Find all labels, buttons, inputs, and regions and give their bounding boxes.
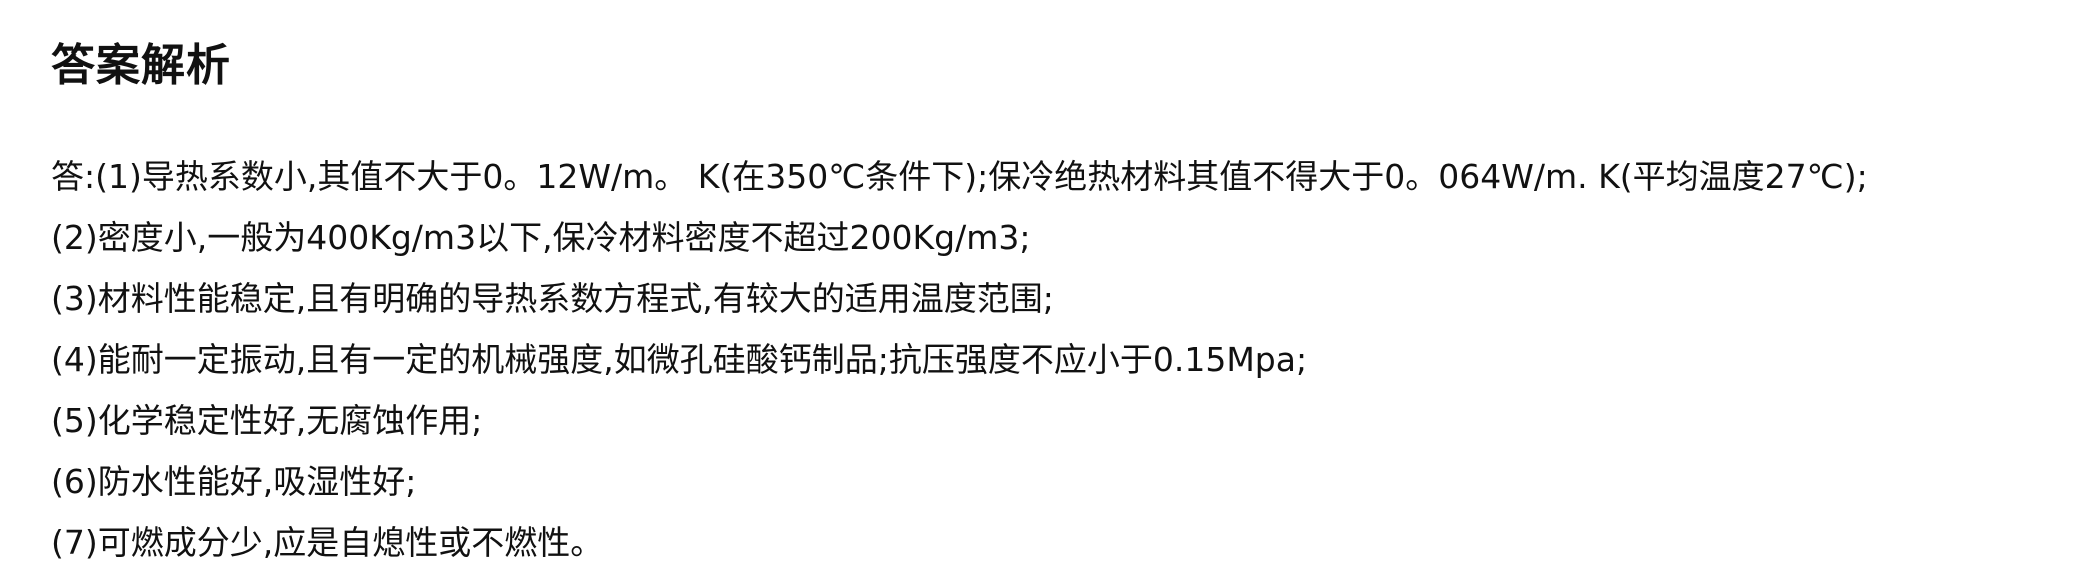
answer-line-1: 答:(1)导热系数小,其值不大于0。12W/m。 K(在350℃条件下);保冷绝… xyxy=(51,157,1868,196)
section-title: 答案解析 xyxy=(51,40,231,91)
answer-line-3: (3)材料性能稳定,且有明确的导热系数方程式,有较大的适用温度范围; xyxy=(51,279,1054,318)
answer-line-7: (7)可燃成分少,应是自熄性或不燃性。 xyxy=(51,523,604,562)
answer-line-4: (4)能耐一定振动,且有一定的机械强度,如微孔硅酸钙制品;抗压强度不应小于0.1… xyxy=(51,340,1308,379)
answer-body: 答:(1)导热系数小,其值不大于0。12W/m。 K(在350℃条件下);保冷绝… xyxy=(51,146,2082,573)
answer-line-6: (6)防水性能好,吸湿性好; xyxy=(51,462,417,501)
answer-line-2: (2)密度小,一般为400Kg/m3以下,保冷材料密度不超过200Kg/m3; xyxy=(51,218,1031,257)
answer-analysis-panel: 答案解析 答:(1)导热系数小,其值不大于0。12W/m。 K(在350℃条件下… xyxy=(0,0,2082,578)
answer-line-5: (5)化学稳定性好,无腐蚀作用; xyxy=(51,401,483,440)
